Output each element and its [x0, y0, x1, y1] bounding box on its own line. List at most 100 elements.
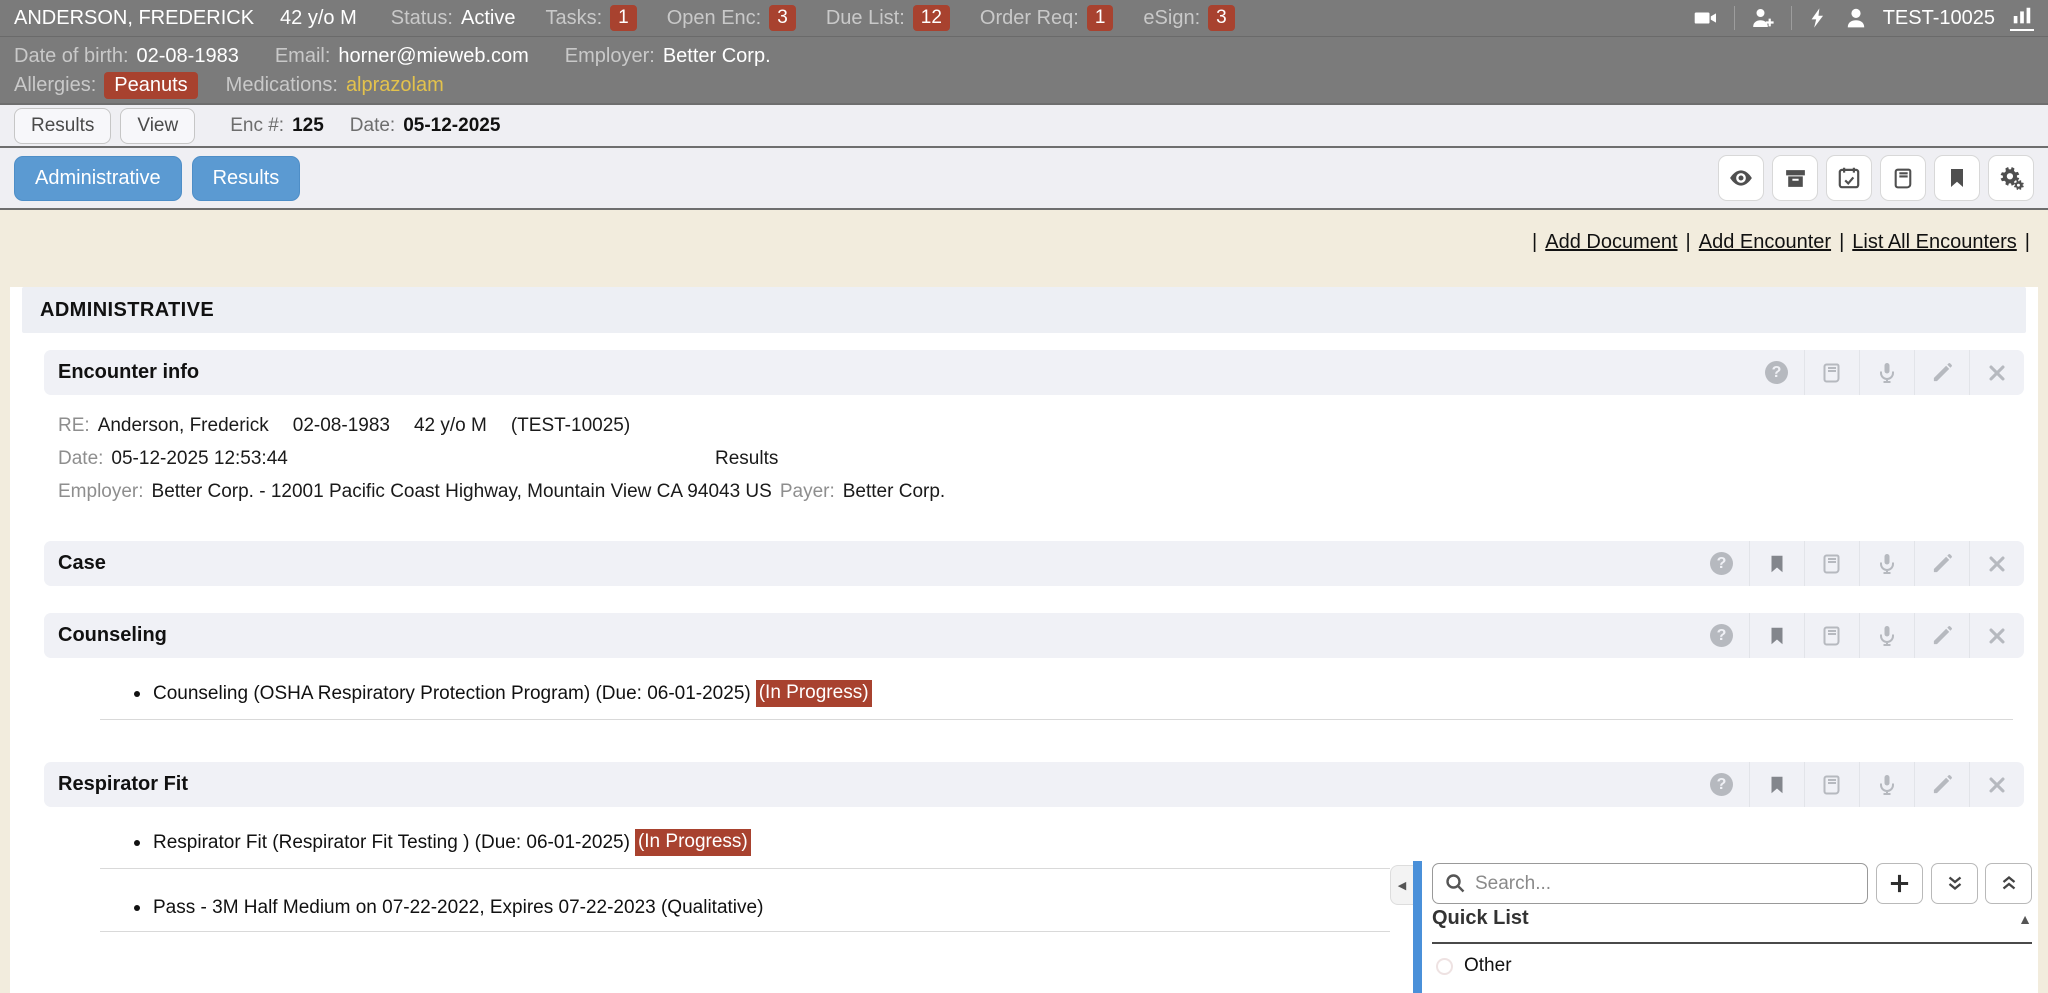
- respirator-fit-item[interactable]: Respirator Fit (Respirator Fit Testing )…: [134, 829, 2024, 856]
- panel-divider-bar[interactable]: [1413, 861, 1422, 993]
- quick-list-item-other[interactable]: Other: [1436, 955, 1512, 977]
- results-button[interactable]: Results: [192, 156, 301, 201]
- add-encounter-link[interactable]: Add Encounter: [1699, 231, 1831, 254]
- eye-icon[interactable]: [1718, 155, 1764, 201]
- tab-view[interactable]: View: [120, 108, 195, 144]
- open-enc-counter[interactable]: Open Enc: 3: [667, 5, 796, 31]
- person-icon[interactable]: [1844, 6, 1868, 30]
- bar-chart-icon[interactable]: [2010, 5, 2034, 31]
- close-icon[interactable]: [1969, 762, 2024, 807]
- encounter-info-actions: ?: [1749, 350, 2024, 395]
- lightning-icon[interactable]: [1807, 6, 1829, 30]
- tasks-label: Tasks:: [545, 7, 602, 30]
- tasks-count-badge[interactable]: 1: [610, 5, 637, 31]
- help-icon[interactable]: ?: [1694, 613, 1749, 658]
- allergy-badge[interactable]: Peanuts: [104, 72, 197, 99]
- due-list-counter[interactable]: Due List: 12: [826, 5, 950, 31]
- patient-banner-row3: Allergies: Peanuts Medications: alprazol…: [0, 71, 2048, 103]
- triangle-up-icon[interactable]: ▲: [2018, 911, 2032, 927]
- bookmark-icon[interactable]: [1934, 155, 1980, 201]
- order-req-count-badge[interactable]: 1: [1087, 5, 1114, 31]
- add-icon[interactable]: [1876, 863, 1923, 904]
- encounter-info-header: Encounter info ?: [44, 350, 2024, 395]
- toolbar-icon-buttons: [1710, 155, 2034, 201]
- person-add-icon[interactable]: [1750, 6, 1776, 30]
- order-req-counter[interactable]: Order Req: 1: [980, 5, 1114, 31]
- respirator-fit-item-text: Respirator Fit (Respirator Fit Testing )…: [153, 832, 630, 854]
- gears-icon[interactable]: [1988, 155, 2034, 201]
- due-list-label: Due List:: [826, 7, 905, 30]
- counseling-section: Counseling ? Counseling (OSHA Respirator…: [44, 613, 2024, 720]
- status-value: Active: [461, 7, 515, 30]
- counseling-item[interactable]: Counseling (OSHA Respiratory Protection …: [134, 680, 2024, 707]
- open-enc-label: Open Enc:: [667, 7, 762, 30]
- quick-list-title: Quick List: [1432, 907, 1529, 930]
- book-icon[interactable]: [1804, 613, 1859, 658]
- divider: [1734, 6, 1735, 30]
- divider: [1791, 6, 1792, 30]
- pencil-icon[interactable]: [1914, 613, 1969, 658]
- item-separator: [100, 719, 2013, 720]
- open-enc-count-badge[interactable]: 3: [769, 5, 796, 31]
- book-icon[interactable]: [1880, 155, 1926, 201]
- tab-results[interactable]: Results: [14, 108, 111, 144]
- search-input[interactable]: [1432, 863, 1868, 904]
- date-value: 05-12-2025 12:53:44: [111, 448, 287, 470]
- list-all-encounters-link[interactable]: List All Encounters: [1852, 231, 2017, 254]
- microphone-icon[interactable]: [1859, 350, 1914, 395]
- calendar-check-icon[interactable]: [1826, 155, 1872, 201]
- close-icon[interactable]: [1969, 350, 2024, 395]
- counseling-item-text: Counseling (OSHA Respiratory Protection …: [153, 683, 751, 705]
- administrative-button[interactable]: Administrative: [14, 156, 182, 201]
- link-separator: |: [1532, 231, 1537, 254]
- bullet-dot: [134, 905, 140, 911]
- add-document-link[interactable]: Add Document: [1545, 231, 1677, 254]
- toolbar: Administrative Results: [0, 148, 2048, 210]
- due-list-count-badge[interactable]: 12: [913, 5, 950, 31]
- quick-list-header[interactable]: Quick List ▲: [1432, 907, 2032, 930]
- help-icon[interactable]: ?: [1694, 762, 1749, 807]
- book-icon[interactable]: [1804, 762, 1859, 807]
- case-header: Case ?: [44, 541, 2024, 586]
- esign-count-badge[interactable]: 3: [1208, 5, 1235, 31]
- patient-name: ANDERSON, FREDERICK: [14, 7, 254, 30]
- help-icon[interactable]: ?: [1749, 350, 1804, 395]
- book-icon[interactable]: [1804, 541, 1859, 586]
- book-icon[interactable]: [1804, 350, 1859, 395]
- pencil-icon[interactable]: [1914, 762, 1969, 807]
- encounter-info-title: Encounter info: [58, 361, 199, 384]
- collapse-left-icon[interactable]: ◀: [1390, 865, 1413, 905]
- microphone-icon[interactable]: [1859, 762, 1914, 807]
- user-id[interactable]: TEST-10025: [1883, 7, 1995, 30]
- enc-date-label: Date:: [350, 115, 395, 137]
- patient-banner-row2: Date of birth: 02-08-1983 Email: horner@…: [0, 37, 2048, 71]
- help-icon[interactable]: ?: [1694, 541, 1749, 586]
- item-separator: [100, 931, 1390, 932]
- employer-value: Better Corp.: [663, 45, 771, 68]
- patient-age-sex: 42 y/o M: [280, 7, 357, 30]
- pencil-icon[interactable]: [1914, 541, 1969, 586]
- video-camera-icon[interactable]: [1692, 6, 1719, 30]
- archive-box-icon[interactable]: [1772, 155, 1818, 201]
- encounter-info-body: RE: Anderson, Frederick 02-08-1983 42 y/…: [44, 395, 2024, 508]
- close-icon[interactable]: [1969, 613, 2024, 658]
- radio-button[interactable]: [1436, 958, 1453, 975]
- close-icon[interactable]: [1969, 541, 2024, 586]
- quick-links-band: | Add Document | Add Encounter | List Al…: [0, 210, 2048, 274]
- bookmark-icon[interactable]: [1749, 541, 1804, 586]
- expand-all-icon[interactable]: [1931, 863, 1978, 904]
- item-separator: [100, 868, 1390, 869]
- dob-label: Date of birth:: [14, 45, 129, 68]
- employer-group: Employer: Better Corp.: [565, 45, 771, 68]
- re-patient-id: (TEST-10025): [511, 415, 630, 437]
- tasks-counter[interactable]: Tasks: 1: [545, 5, 636, 31]
- bookmark-icon[interactable]: [1749, 762, 1804, 807]
- microphone-icon[interactable]: [1859, 541, 1914, 586]
- collapse-all-icon[interactable]: [1985, 863, 2032, 904]
- pencil-icon[interactable]: [1914, 350, 1969, 395]
- case-actions: ?: [1694, 541, 2024, 586]
- medications-value[interactable]: alprazolam: [346, 74, 444, 97]
- bookmark-icon[interactable]: [1749, 613, 1804, 658]
- esign-counter[interactable]: eSign: 3: [1143, 5, 1234, 31]
- microphone-icon[interactable]: [1859, 613, 1914, 658]
